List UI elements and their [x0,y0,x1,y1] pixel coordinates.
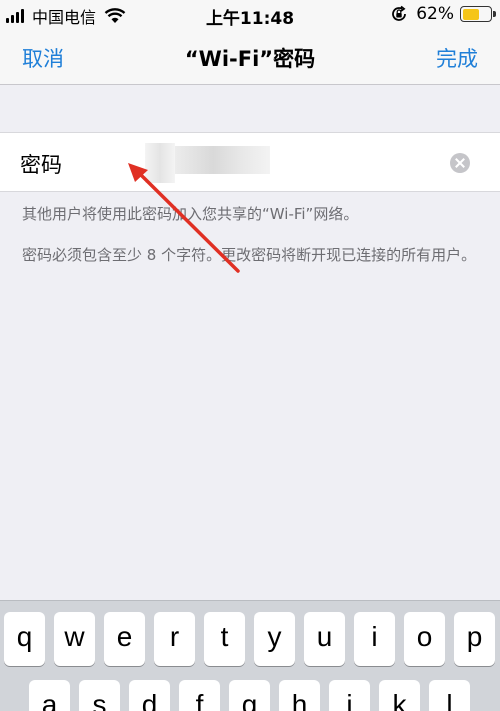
key-r[interactable]: r [154,612,195,666]
redacted-password-blur [145,143,175,183]
key-j[interactable]: j [329,680,370,711]
key-l[interactable]: l [429,680,470,711]
key-d[interactable]: d [129,680,170,711]
key-w[interactable]: w [54,612,95,666]
done-button[interactable]: 完成 [436,43,478,73]
battery-fill [462,8,480,20]
keyboard: qwertyuiop asdfghjkl [0,600,500,711]
status-bar: 中国电信 上午11:48 62% [0,0,500,30]
status-right: 62% [390,4,496,24]
page-title: “Wi-Fi”密码 [184,47,316,71]
battery-icon [460,6,496,22]
key-o[interactable]: o [404,612,445,666]
key-g[interactable]: g [229,680,270,711]
key-k[interactable]: k [379,680,420,711]
key-i[interactable]: i [354,612,395,666]
key-f[interactable]: f [179,680,220,711]
redacted-password-blur [175,146,270,174]
password-label: 密码 [20,153,62,177]
sharing-hint-text: 其他用户将使用此密码加入您共享的“Wi-Fi”网络。 [22,205,359,223]
key-q[interactable]: q [4,612,45,666]
key-u[interactable]: u [304,612,345,666]
key-e[interactable]: e [104,612,145,666]
key-h[interactable]: h [279,680,320,711]
orientation-lock-icon [392,5,407,21]
key-y[interactable]: y [254,612,295,666]
key-t[interactable]: t [204,612,245,666]
password-requirement-text: 密码必须包含至少 8 个字符。更改密码将断开现已连接的所有用户。 [22,246,477,264]
battery-percent: 62% [416,4,454,24]
navigation-bar: 取消 “Wi-Fi”密码 完成 [0,30,500,85]
key-p[interactable]: p [454,612,495,666]
clear-text-button[interactable] [450,153,470,173]
key-s[interactable]: s [79,680,120,711]
key-a[interactable]: a [29,680,70,711]
